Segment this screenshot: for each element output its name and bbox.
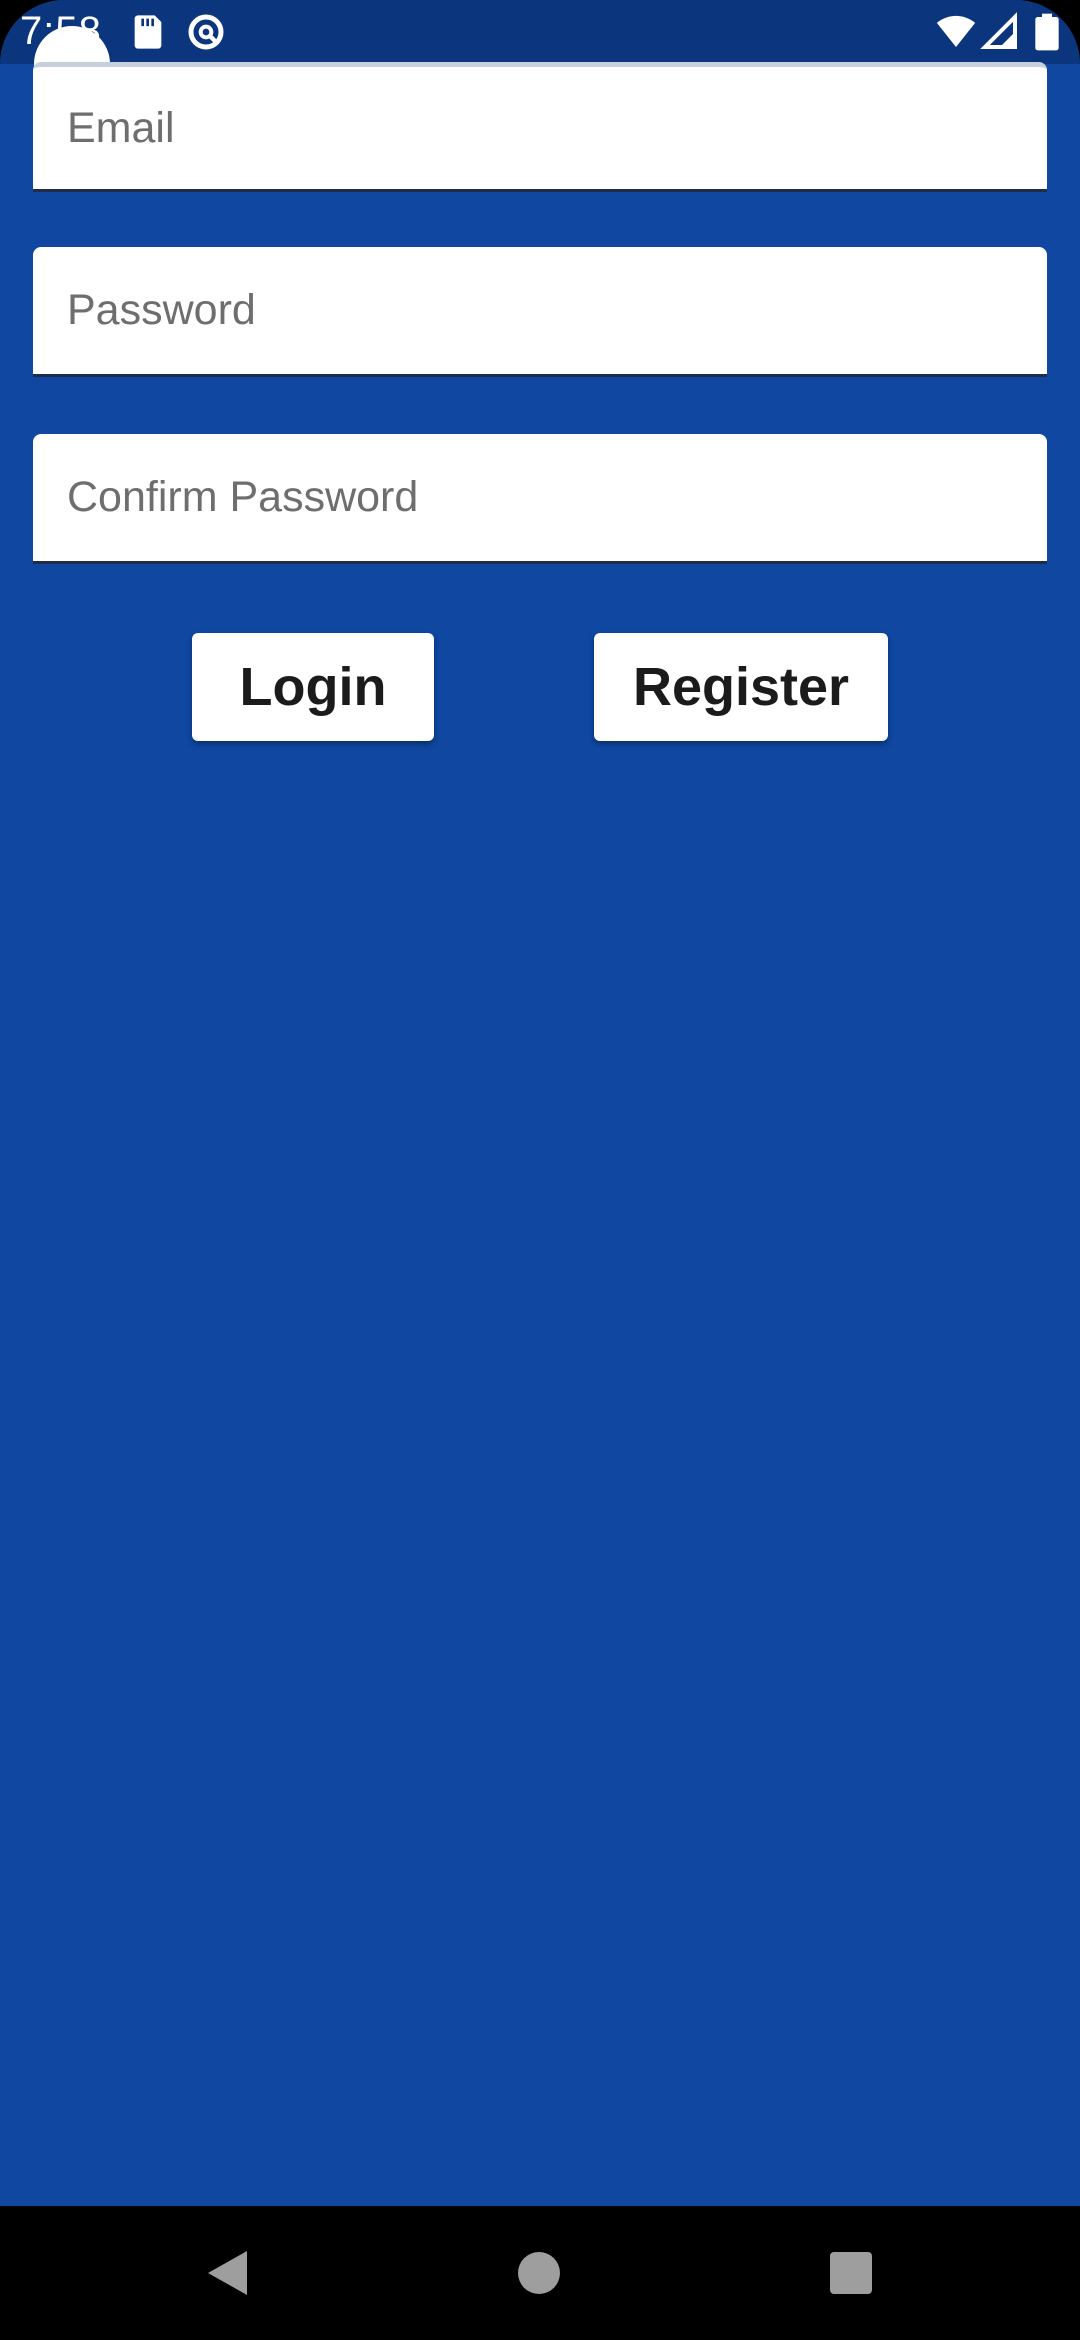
app-screen: 7:58 Login Register xyxy=(0,0,1080,2340)
data-saver-icon xyxy=(186,12,226,52)
wifi-icon xyxy=(936,12,976,52)
password-field[interactable] xyxy=(33,247,1047,377)
back-icon xyxy=(205,2248,249,2298)
confirm-password-field[interactable] xyxy=(33,434,1047,564)
status-bar: 7:58 xyxy=(0,0,1080,64)
register-button[interactable]: Register xyxy=(594,633,888,741)
sd-card-icon xyxy=(128,12,168,52)
email-field[interactable] xyxy=(33,62,1047,192)
email-input[interactable] xyxy=(33,67,1047,189)
confirm-password-input[interactable] xyxy=(33,434,1047,561)
login-button[interactable]: Login xyxy=(192,633,434,741)
navigation-bar xyxy=(0,2206,1080,2340)
back-button[interactable] xyxy=(182,2228,272,2318)
home-icon xyxy=(517,2251,561,2295)
cell-signal-icon xyxy=(980,12,1020,52)
recents-icon xyxy=(830,2252,872,2294)
battery-icon xyxy=(1032,12,1062,52)
home-button[interactable] xyxy=(494,2228,584,2318)
password-input[interactable] xyxy=(33,247,1047,374)
recents-button[interactable] xyxy=(806,2228,896,2318)
